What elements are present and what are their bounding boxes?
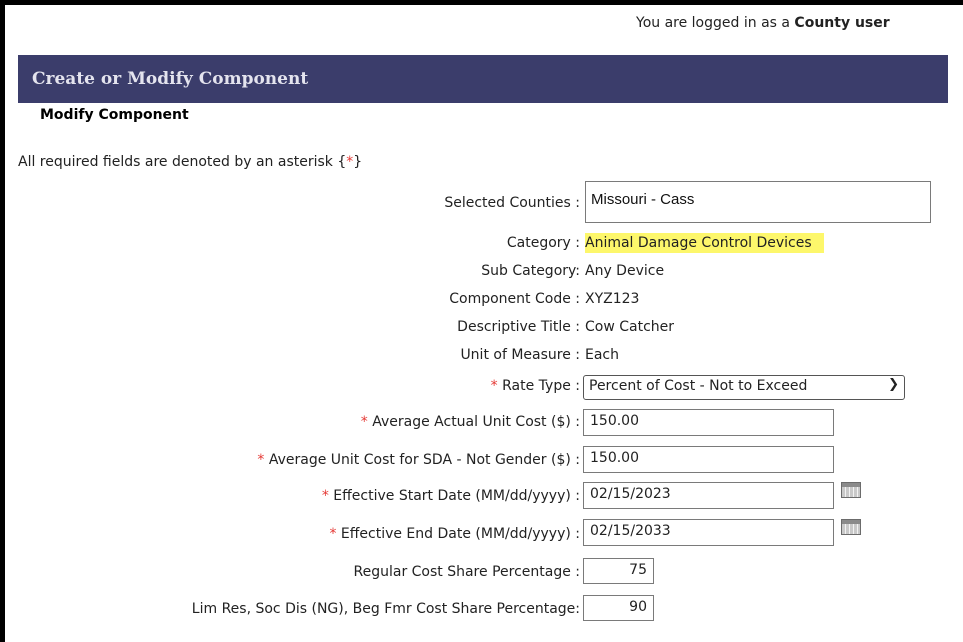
regular-pct-label: Regular Cost Share Percentage : (353, 564, 581, 580)
required-note-prefix: All required fields are denoted by an as… (18, 154, 347, 170)
descriptive-title-label: Descriptive Title : (457, 319, 580, 335)
selected-counties-box: Missouri - Cass (585, 181, 931, 223)
page-banner: Create or Modify Component (18, 55, 948, 103)
component-code-label: Component Code : (449, 291, 580, 307)
unit-of-measure-label: Unit of Measure : (460, 347, 580, 363)
descriptive-title-value: Cow Catcher (585, 319, 675, 335)
regular-pct-input[interactable]: 75 (583, 558, 654, 584)
required-note: All required fields are denoted by an as… (18, 154, 362, 170)
rate-type-label-text: Rate Type : (502, 378, 580, 394)
avg-unit-cost-required: * (360, 414, 368, 430)
category-value: Animal Damage Control Devices (585, 233, 824, 253)
rate-type-select[interactable]: Percent of Cost - Not to Exceed ❯ (583, 375, 905, 400)
login-role: County user (794, 15, 890, 31)
window-border-top (0, 0, 963, 5)
limres-pct-label: Lim Res, Soc Dis (NG), Beg Fmr Cost Shar… (191, 601, 580, 617)
end-date-label: * Effective End Date (MM/dd/yyyy) : (329, 526, 580, 542)
avg-unit-cost-label-text: Average Actual Unit Cost ($) : (372, 414, 580, 430)
avg-unit-cost-label: * Average Actual Unit Cost ($) : (361, 414, 580, 430)
end-date-required: * (329, 526, 337, 542)
selected-counties-label: Selected Counties : (444, 195, 580, 211)
category-label: Category : (506, 235, 580, 251)
limres-pct-input[interactable]: 90 (583, 595, 654, 621)
page-title: Create or Modify Component (32, 69, 309, 89)
unit-of-measure-value: Each (585, 347, 619, 363)
end-date-label-text: Effective End Date (MM/dd/yyyy) : (340, 526, 580, 542)
avg-unit-cost-sda-required: * (257, 452, 265, 468)
sub-category-value: Any Device (585, 263, 665, 279)
rate-type-value: Percent of Cost - Not to Exceed (589, 378, 808, 394)
start-date-input[interactable]: 02/15/2023 (583, 482, 834, 509)
login-status: You are logged in as a County user (636, 15, 890, 31)
start-date-label: * Effective Start Date (MM/dd/yyyy) : (322, 488, 580, 504)
start-date-label-text: Effective Start Date (MM/dd/yyyy) : (333, 488, 580, 504)
rate-type-required: * (490, 378, 498, 394)
section-heading: Modify Component (40, 107, 189, 123)
rate-type-label: * Rate Type : (491, 378, 580, 394)
unit-of-measure-label-text: Unit of Measure : (460, 347, 580, 363)
start-date-required: * (321, 488, 329, 504)
avg-unit-cost-input[interactable]: 150.00 (583, 409, 834, 436)
sub-category-label: Sub Category: (481, 263, 580, 279)
component-code-value: XYZ123 (585, 291, 640, 307)
required-note-suffix: } (353, 154, 363, 170)
login-prefix: You are logged in as a (636, 15, 795, 31)
avg-unit-cost-sda-label-text: Average Unit Cost for SDA - Not Gender (… (268, 452, 580, 468)
category-highlight: Animal Damage Control Devices (585, 233, 824, 253)
end-date-input[interactable]: 02/15/2033 (583, 519, 834, 546)
chevron-down-icon: ❯ (888, 377, 899, 392)
window-border-left (0, 0, 5, 642)
calendar-icon[interactable] (841, 519, 861, 535)
calendar-icon[interactable] (841, 482, 861, 498)
avg-unit-cost-sda-label: * Average Unit Cost for SDA - Not Gender… (257, 452, 580, 468)
avg-unit-cost-sda-input[interactable]: 150.00 (583, 446, 834, 473)
